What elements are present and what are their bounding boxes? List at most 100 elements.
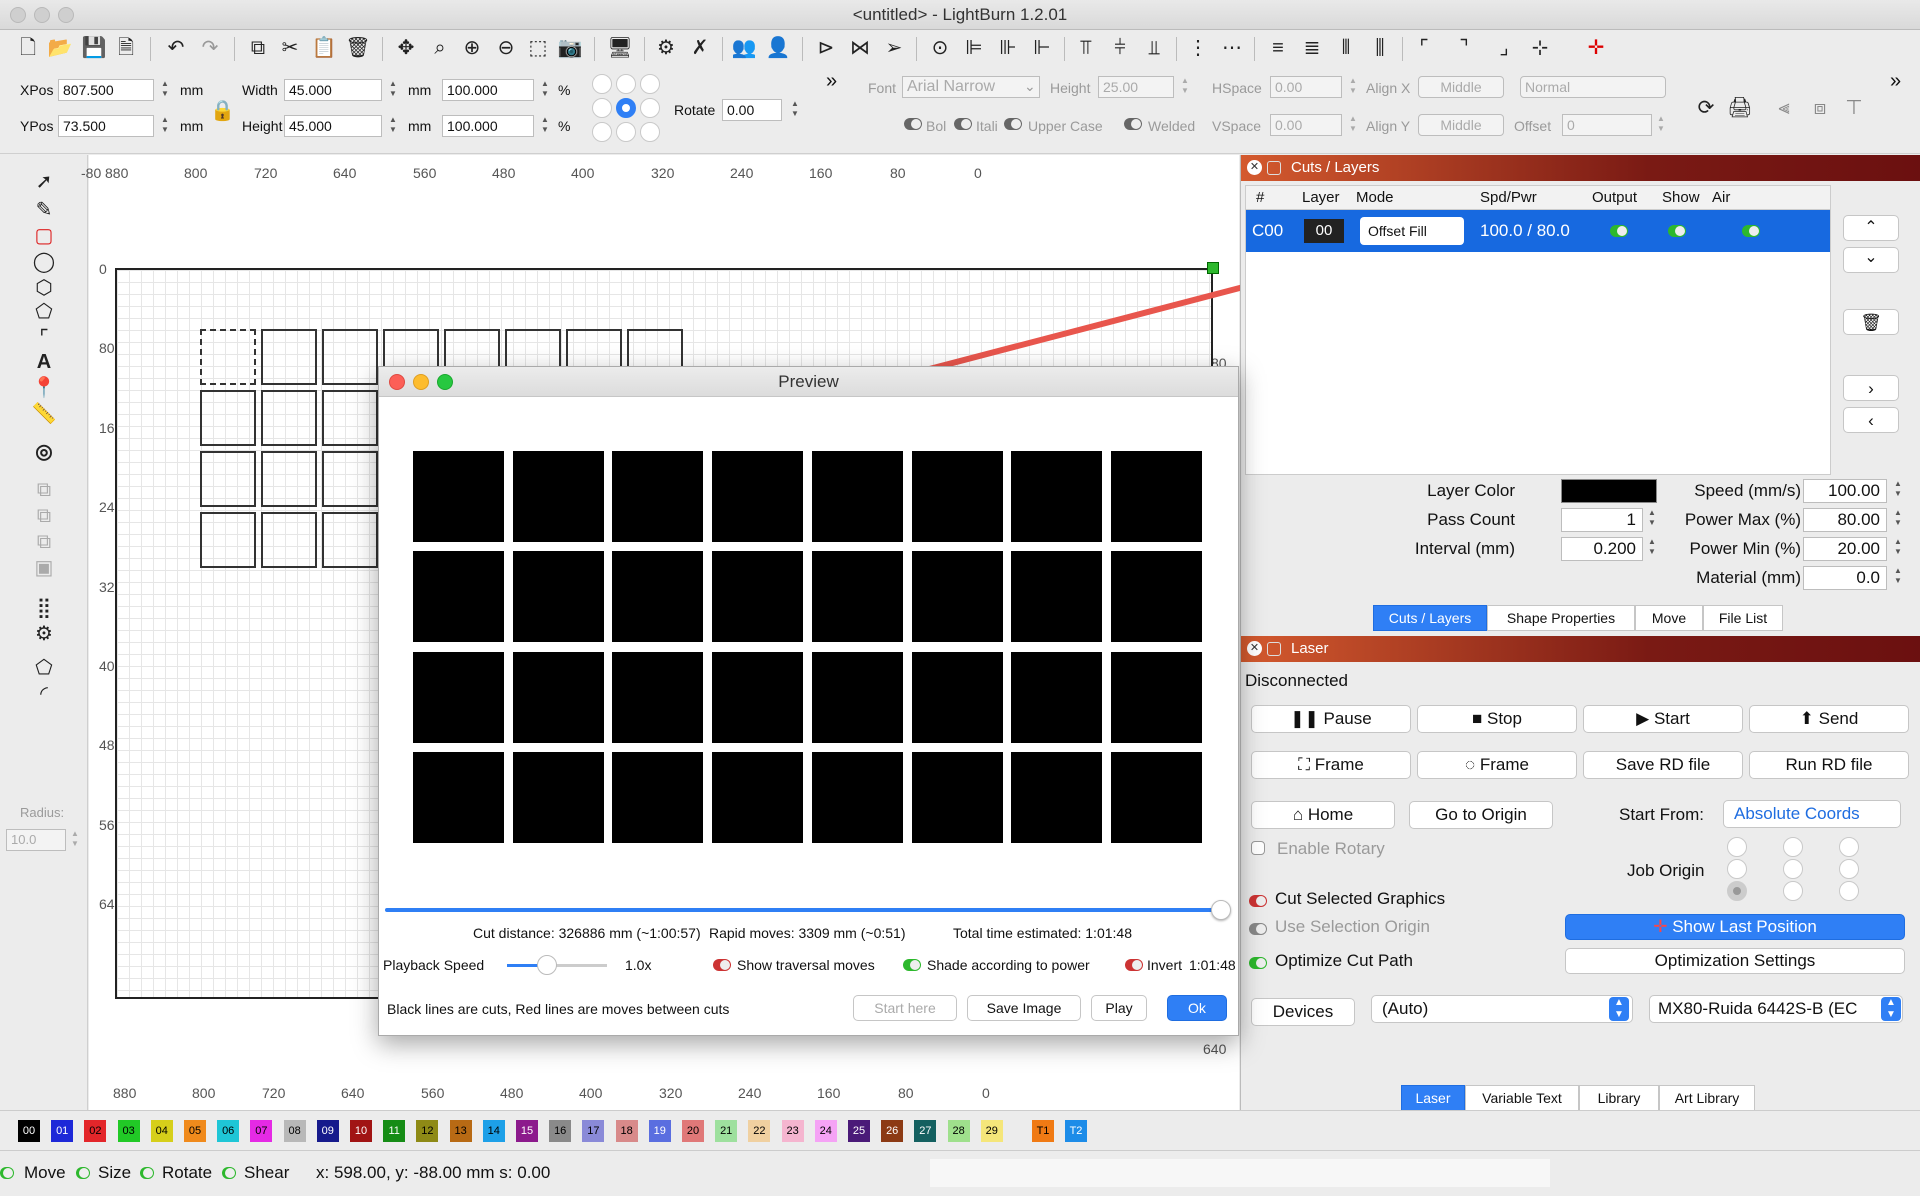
palette-swatch-11[interactable]: 11	[383, 1120, 406, 1142]
port-select-chevron-icon[interactable]: ▲ ▼	[1609, 997, 1629, 1021]
palette-swatch-12[interactable]: 12	[416, 1120, 439, 1142]
palette-swatch-20[interactable]: 20	[682, 1120, 704, 1142]
palette-swatch-29[interactable]: 29	[980, 1120, 1003, 1142]
palette-swatch-19[interactable]: 19	[648, 1120, 671, 1142]
device-select[interactable]: MX80-Ruida 6442S-B (EC	[1649, 995, 1903, 1023]
palette-swatch-28[interactable]: 28	[947, 1120, 970, 1142]
palette-swatch-00[interactable]: 00	[18, 1120, 40, 1142]
tab-library[interactable]: Library	[1579, 1085, 1659, 1111]
rotate-toggle[interactable]	[140, 1167, 154, 1179]
palette-swatch-03[interactable]: 03	[117, 1120, 140, 1142]
palette-swatch-05[interactable]: 05	[184, 1120, 206, 1142]
palette-swatch-27[interactable]: 27	[914, 1120, 937, 1142]
palette-swatch-07[interactable]: 07	[250, 1120, 273, 1142]
layer-mode-select[interactable]: Offset Fill	[1360, 217, 1464, 245]
show-traversal-toggle[interactable]	[713, 959, 731, 971]
palette-swatch-23[interactable]: 23	[781, 1120, 804, 1142]
tab-move[interactable]: Move	[1635, 605, 1703, 631]
playback-slider-handle[interactable]	[537, 955, 557, 975]
port-select[interactable]: (Auto)	[1371, 995, 1633, 1023]
enable-rotary-checkbox[interactable]	[1251, 841, 1265, 855]
palette-swatch-13[interactable]: 13	[449, 1120, 472, 1142]
layer-row[interactable]: C00 00 Offset Fill 100.0 / 80.0	[1246, 210, 1830, 252]
move-layer-up-button[interactable]: ⌃	[1843, 215, 1899, 241]
output-toggle[interactable]	[1610, 225, 1628, 237]
close-icon[interactable]: ✕	[1247, 641, 1262, 656]
show-last-position-button[interactable]: ✛ Show Last Position	[1565, 914, 1905, 940]
speed-spin[interactable]: ▲ ▼	[1893, 479, 1903, 501]
palette-swatch-21[interactable]: 21	[715, 1120, 738, 1142]
preview-minimize-button[interactable]	[413, 374, 429, 390]
palette-swatch-18[interactable]: 18	[615, 1120, 638, 1142]
tab-variable-text[interactable]: Variable Text	[1465, 1085, 1579, 1111]
material-input[interactable]: 0.0	[1803, 566, 1887, 590]
start-here-button[interactable]: Start here	[853, 995, 957, 1021]
palette-swatch-06[interactable]: 06	[217, 1120, 240, 1142]
run-rd-button[interactable]: Run RD file	[1749, 751, 1909, 779]
invert-toggle[interactable]	[1125, 959, 1143, 971]
tab-shape-properties[interactable]: Shape Properties	[1487, 605, 1635, 631]
palette-swatch-04[interactable]: 04	[150, 1120, 173, 1142]
palette-swatch-22[interactable]: 22	[748, 1120, 771, 1142]
shade-power-toggle[interactable]	[903, 959, 921, 971]
interval-input[interactable]: 0.200	[1561, 537, 1643, 561]
power-min-spin[interactable]: ▲ ▼	[1893, 537, 1903, 559]
preview-progress-handle[interactable]	[1211, 900, 1231, 920]
cut-selected-toggle[interactable]	[1249, 895, 1267, 907]
go-to-origin-button[interactable]: Go to Origin	[1409, 801, 1553, 829]
optimization-settings-button[interactable]: Optimization Settings	[1565, 948, 1905, 974]
show-toggle[interactable]	[1668, 225, 1686, 237]
palette-swatch-t2[interactable]: T2	[1065, 1120, 1087, 1142]
power-max-input[interactable]: 80.00	[1803, 508, 1887, 532]
palette-swatch-t1[interactable]: T1	[1032, 1120, 1054, 1142]
job-origin-tr[interactable]	[1839, 837, 1859, 857]
tab-cuts-layers[interactable]: Cuts / Layers	[1373, 605, 1487, 631]
pause-button[interactable]: ❚❚ Pause	[1251, 705, 1411, 733]
close-icon[interactable]: ✕	[1247, 160, 1262, 175]
tab-art-library[interactable]: Art Library	[1659, 1085, 1755, 1111]
next-button[interactable]: ›	[1843, 375, 1899, 401]
material-spin[interactable]: ▲ ▼	[1893, 566, 1903, 588]
save-rd-button[interactable]: Save RD file	[1583, 751, 1743, 779]
job-origin-ml[interactable]	[1727, 859, 1747, 879]
palette-swatch-10[interactable]: 10	[350, 1120, 372, 1142]
palette-swatch-02[interactable]: 02	[84, 1120, 107, 1142]
pass-count-input[interactable]: 1	[1561, 508, 1643, 532]
device-select-chevron-icon[interactable]: ▲ ▼	[1881, 997, 1901, 1021]
devices-button[interactable]: Devices	[1251, 998, 1355, 1026]
palette-swatch-09[interactable]: 09	[316, 1120, 339, 1142]
palette-swatch-01[interactable]: 01	[51, 1120, 74, 1142]
stop-button[interactable]: ■ Stop	[1417, 705, 1577, 733]
palette-swatch-26[interactable]: 26	[881, 1120, 904, 1142]
palette-swatch-15[interactable]: 15	[516, 1120, 538, 1142]
palette-swatch-25[interactable]: 25	[848, 1120, 870, 1142]
prev-button[interactable]: ‹	[1843, 407, 1899, 433]
layer-row-swatch[interactable]: 00	[1304, 219, 1344, 243]
job-origin-mc[interactable]	[1783, 859, 1803, 879]
air-toggle[interactable]	[1742, 225, 1760, 237]
tab-laser[interactable]: Laser	[1401, 1085, 1465, 1111]
preview-progress[interactable]	[385, 908, 1223, 912]
restore-icon[interactable]	[1267, 161, 1281, 175]
start-from-select[interactable]: Absolute Coords	[1723, 800, 1901, 828]
job-origin-mr[interactable]	[1839, 859, 1859, 879]
job-origin-bc[interactable]	[1783, 881, 1803, 901]
frame-button[interactable]: ⛶ Frame	[1251, 751, 1411, 779]
size-toggle[interactable]	[76, 1167, 90, 1179]
start-button[interactable]: ▶ Start	[1583, 705, 1743, 733]
preview-close-button[interactable]	[389, 374, 405, 390]
palette-swatch-24[interactable]: 24	[814, 1120, 837, 1142]
move-toggle[interactable]	[0, 1167, 14, 1179]
delete-layer-button[interactable]: 🗑	[1843, 309, 1899, 335]
restore-icon[interactable]	[1267, 642, 1281, 656]
palette-swatch-08[interactable]: 08	[283, 1120, 306, 1142]
power-max-spin[interactable]: ▲ ▼	[1893, 508, 1903, 530]
palette-swatch-17[interactable]: 17	[582, 1120, 605, 1142]
job-origin-bl-selected[interactable]	[1727, 881, 1747, 901]
palette-swatch-14[interactable]: 14	[482, 1120, 505, 1142]
speed-input[interactable]: 100.00	[1803, 479, 1887, 503]
job-origin-br[interactable]	[1839, 881, 1859, 901]
job-origin-tl[interactable]	[1727, 837, 1747, 857]
ok-button[interactable]: Ok	[1167, 995, 1227, 1021]
optimize-toggle[interactable]	[1249, 957, 1267, 969]
